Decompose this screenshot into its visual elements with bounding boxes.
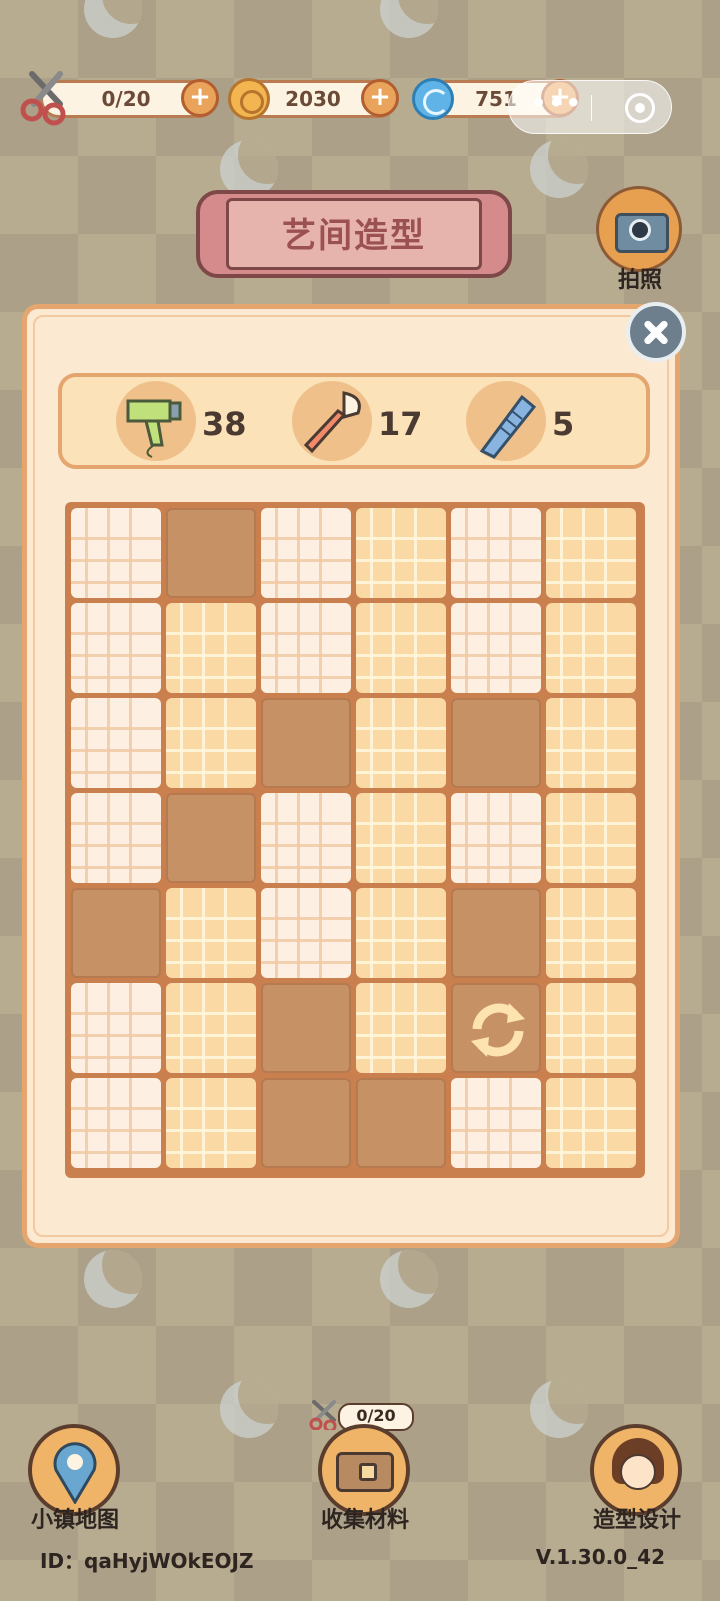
board-cell[interactable] [546,698,636,788]
comb-count: 5 [552,405,575,443]
board-cell[interactable] [451,508,541,598]
board-cell[interactable] [71,793,161,883]
board-cell[interactable] [356,508,446,598]
board-cell[interactable] [166,698,256,788]
board-cell[interactable] [546,888,636,978]
background-moon-pattern [380,1250,438,1308]
style-design-label: 造型设计 [592,1508,681,1533]
board-cell[interactable] [546,793,636,883]
board-cell[interactable] [451,603,541,693]
board-cell[interactable] [546,603,636,693]
board-cell[interactable] [546,1078,636,1168]
background-moon-pattern [84,0,142,38]
board-cell[interactable] [451,698,541,788]
refresh-icon [471,1003,525,1057]
board-cell[interactable] [261,793,351,883]
miniprogram-capsule: ••• [508,80,672,134]
board-cell[interactable] [261,698,351,788]
board-cell[interactable] [356,1078,446,1168]
tool-inventory: 38 17 5 [58,373,650,469]
board-cell[interactable] [451,888,541,978]
collect-materials-label: 收集材料 [320,1508,409,1533]
player-id: ID：qaHyjWOkEOJZ [40,1549,254,1573]
map-pin-icon [53,1442,97,1504]
swirl-gem-icon [412,78,454,120]
add-scissors-button[interactable]: + [181,79,219,117]
background-moon-pattern [84,1250,142,1308]
close-button[interactable] [626,302,686,362]
camera-lens [629,219,651,241]
board-cell[interactable] [261,888,351,978]
comb-icon [479,394,537,459]
board-cell[interactable] [166,888,256,978]
coin-icon [228,78,270,120]
briefcase-icon [336,1452,394,1492]
background-moon-pattern [380,0,438,38]
board-cell[interactable] [356,793,446,883]
board-cell[interactable] [71,698,161,788]
exit-miniprogram-button[interactable] [625,93,655,123]
board-cell[interactable] [356,983,446,1073]
hair-dryer-icon [126,399,182,458]
capsule-divider [591,95,592,121]
board-cell[interactable] [356,603,446,693]
background-moon-pattern [530,1380,588,1438]
background-moon-pattern [530,140,588,198]
town-map-label: 小镇地图 [30,1508,119,1533]
board-cell[interactable] [261,983,351,1073]
board-cell[interactable] [166,793,256,883]
board-cell[interactable] [166,508,256,598]
page-title: 艺间造型 [282,216,426,256]
camera-label: 拍照 [617,268,662,293]
board-cell[interactable] [261,508,351,598]
board-cell[interactable] [546,508,636,598]
board-cell[interactable] [546,983,636,1073]
board-cell[interactable] [71,508,161,598]
makeup-brush-icon [303,391,361,454]
board-cell[interactable] [356,698,446,788]
scissors-icon [20,71,66,126]
board-cell[interactable] [166,1078,256,1168]
brush-count: 17 [378,405,423,443]
board-cell[interactable] [71,1078,161,1168]
add-coins-button[interactable]: + [361,79,399,117]
version-label: V.1.30.0_42 [535,1545,665,1569]
board-cell[interactable] [451,1078,541,1168]
board-cell[interactable] [261,603,351,693]
board-cell[interactable] [166,983,256,1073]
board-cell[interactable] [71,888,161,978]
title-plaque: 艺间造型 [196,190,512,278]
puzzle-board [65,502,645,1178]
character-avatar-icon [608,1438,666,1504]
scissors-count: 0/20 [101,87,151,111]
coin-count: 2030 [285,87,341,111]
board-cell[interactable] [261,1078,351,1168]
dryer-count: 38 [202,405,247,443]
refresh-tile[interactable] [451,983,541,1073]
scissors-small-icon [309,1400,337,1430]
board-cell[interactable] [166,603,256,693]
board-cell[interactable] [451,793,541,883]
background-moon-pattern [220,1380,278,1438]
board-cell[interactable] [71,603,161,693]
board-cell[interactable] [356,888,446,978]
camera-button[interactable] [596,186,682,272]
board-cell[interactable] [71,983,161,1073]
more-menu-button[interactable]: ••• [527,89,587,117]
